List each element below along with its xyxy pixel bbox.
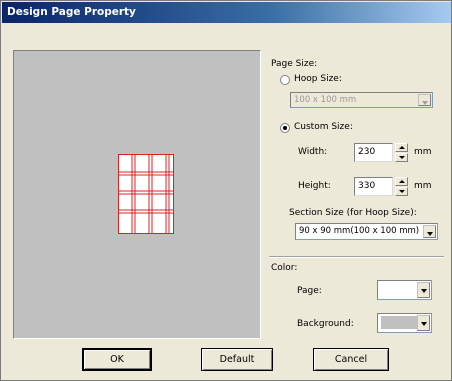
width-spinner[interactable] — [395, 143, 408, 162]
background-color-label: Background: — [297, 319, 354, 329]
section-size-label: Section Size (for Hoop Size): — [289, 208, 417, 218]
cancel-button[interactable]: Cancel — [313, 348, 389, 371]
width-label: Width: — [298, 147, 328, 157]
design-page-property-dialog: Design Page Property Page Size: Hoop Siz… — [0, 0, 452, 381]
height-input[interactable]: 330 — [354, 177, 393, 196]
group-separator — [269, 256, 444, 258]
spin-down-icon[interactable] — [395, 187, 408, 196]
chevron-down-icon — [423, 225, 436, 238]
page-preview-pane — [13, 50, 261, 339]
custom-size-radio[interactable] — [280, 123, 290, 133]
page-color-select[interactable] — [377, 280, 432, 300]
chevron-down-icon — [417, 282, 430, 298]
title-bar: Design Page Property — [2, 2, 451, 23]
hoop-size-value: 100 x 100 mm — [294, 95, 357, 105]
spin-up-icon[interactable] — [395, 177, 408, 186]
custom-size-label: Custom Size: — [294, 122, 353, 132]
width-unit: mm — [414, 147, 432, 157]
background-color-swatch — [381, 316, 417, 329]
default-button[interactable]: Default — [201, 348, 273, 371]
hoop-size-radio[interactable] — [280, 75, 290, 85]
spin-down-icon[interactable] — [395, 153, 408, 162]
section-size-value: 90 x 90 mm(100 x 100 mm) — [299, 226, 420, 236]
spin-up-icon[interactable] — [395, 143, 408, 152]
page-size-heading: Page Size: — [271, 59, 318, 69]
section-size-select[interactable]: 90 x 90 mm(100 x 100 mm) — [295, 223, 438, 240]
height-label: Height: — [298, 181, 331, 191]
ok-button[interactable]: OK — [82, 348, 152, 371]
height-spinner[interactable] — [395, 177, 408, 196]
chevron-down-icon — [418, 94, 431, 106]
hoop-size-select[interactable]: 100 x 100 mm — [290, 92, 433, 108]
hoop-size-label: Hoop Size: — [294, 74, 342, 84]
width-input[interactable]: 230 — [354, 143, 393, 162]
color-heading: Color: — [271, 263, 298, 273]
page-grid-preview — [118, 154, 174, 234]
page-color-label: Page: — [297, 286, 322, 296]
height-unit: mm — [414, 181, 432, 191]
page-color-swatch — [381, 283, 417, 296]
page-grid-graphic — [118, 154, 174, 234]
chevron-down-icon — [417, 315, 430, 331]
background-color-select[interactable] — [377, 313, 432, 333]
